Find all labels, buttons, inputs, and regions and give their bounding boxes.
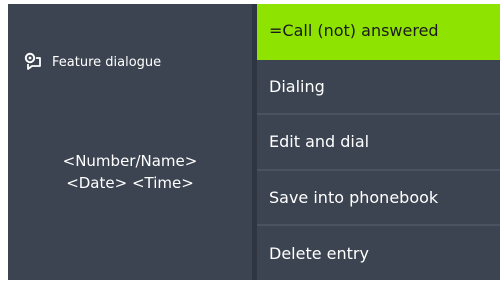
menu-item-label: Edit and dial — [269, 132, 370, 152]
feature-dialogue-icon — [24, 52, 44, 72]
menu-item-dialing[interactable]: Dialing — [257, 59, 500, 116]
menu-item-label: =Call (not) answered — [269, 21, 439, 41]
feature-dialogue-header: Feature dialogue — [24, 52, 161, 72]
entry-date-time: <Date> <Time> — [66, 174, 194, 192]
feature-dialogue-label: Feature dialogue — [52, 54, 162, 70]
entry-number-name: <Number/Name> — [62, 152, 198, 170]
menu-item-delete-entry[interactable]: Delete entry — [257, 226, 500, 280]
call-entry-info: <Number/Name> <Date> <Time> — [8, 150, 252, 194]
screen-frame: Feature dialogue <Number/Name> <Date> <T… — [8, 4, 500, 280]
options-menu: =Call (not) answered Dialing Edit and di… — [257, 4, 500, 280]
menu-item-label: Dialing — [269, 76, 325, 96]
menu-item-label: Save into phonebook — [269, 188, 439, 208]
menu-item-call-answered[interactable]: =Call (not) answered — [257, 4, 500, 60]
menu-item-save-into-phonebook[interactable]: Save into phonebook — [257, 170, 500, 227]
menu-item-label: Delete entry — [269, 243, 369, 263]
info-panel: Feature dialogue <Number/Name> <Date> <T… — [8, 4, 252, 280]
menu-item-edit-and-dial[interactable]: Edit and dial — [257, 115, 500, 171]
